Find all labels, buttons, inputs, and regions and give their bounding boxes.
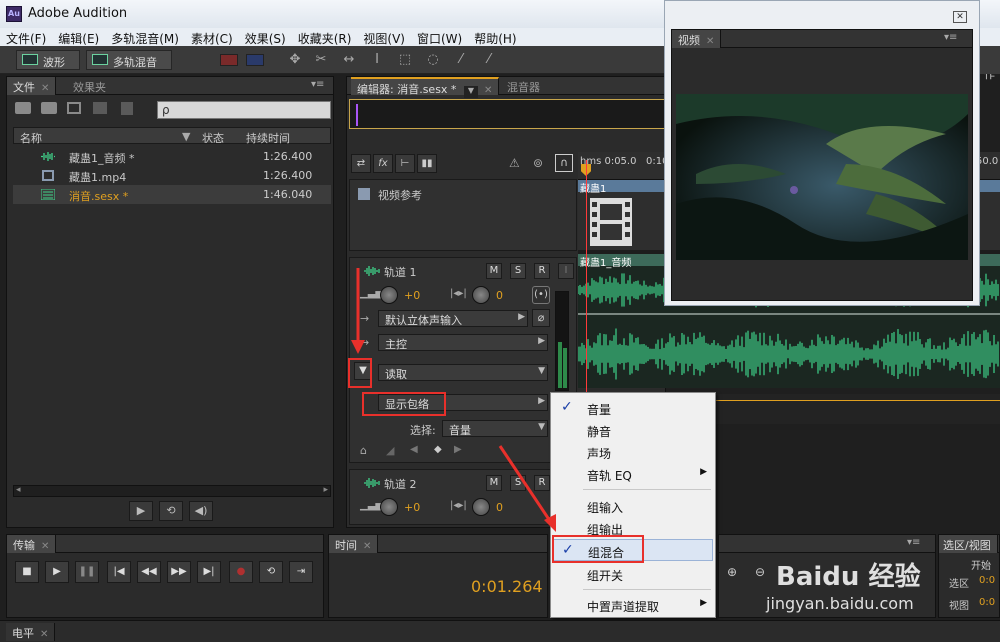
baidu-watermark: Baidu 经验 jingyan.baidu.com: [752, 530, 952, 620]
watermark-brand: Baidu 经验: [776, 562, 921, 592]
watermark-url: jingyan.baidu.com: [766, 594, 914, 613]
